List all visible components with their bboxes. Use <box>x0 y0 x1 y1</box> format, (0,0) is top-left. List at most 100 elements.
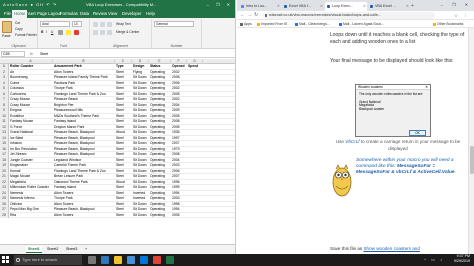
cell[interactable]: Fantasy Mouse <box>10 119 53 124</box>
cell[interactable]: Brean Leisure Park <box>54 174 115 179</box>
cell[interactable]: Operating <box>150 108 171 113</box>
ribbon-tab-data[interactable]: Data <box>78 10 91 18</box>
cell[interactable]: 2003 <box>172 163 187 168</box>
cell[interactable]: Magic Mouse <box>10 174 53 179</box>
cell[interactable]: Pleasure Beach, Blackpool <box>54 136 115 141</box>
cell[interactable]: Sit Down <box>133 125 149 130</box>
cell[interactable]: Steel <box>116 174 132 179</box>
cell[interactable]: Steel <box>116 207 132 212</box>
cell[interactable]: 2006 <box>172 81 187 86</box>
bookmark-item[interactable]: Other Bookmarks <box>433 20 463 28</box>
bookmark-item[interactable]: Apps <box>240 20 252 28</box>
cell[interactable]: Amusement Park <box>54 64 115 69</box>
cell[interactable]: Sit Down <box>133 108 149 113</box>
cell[interactable]: Steel <box>116 213 132 218</box>
cell[interactable]: Sit Down <box>133 114 149 119</box>
browser-tab[interactable]: Intro to Loo... ✕ <box>239 2 281 11</box>
cell[interactable]: Alton Towers <box>54 202 115 207</box>
cell[interactable]: Operating <box>150 196 171 201</box>
cell[interactable]: Sit Down <box>133 86 149 91</box>
cell[interactable]: Flamingo Land Theme Park & Zoo <box>54 92 115 97</box>
cell[interactable]: Sit Down <box>133 185 149 190</box>
ribbon-tab-help[interactable]: Help <box>144 10 157 18</box>
cell[interactable]: Legoland Windsor <box>54 158 115 163</box>
cell[interactable]: Irn Bru Revolution <box>10 147 53 152</box>
cell[interactable]: 1999 <box>172 185 187 190</box>
cell[interactable]: Pepsi Max Big One <box>10 207 53 212</box>
cell[interactable]: Steel <box>116 108 132 113</box>
cell[interactable]: Steel <box>116 114 132 119</box>
cell[interactable]: Sit Down <box>133 103 149 108</box>
cell[interactable]: 2008 <box>172 75 187 80</box>
close-tab-icon[interactable]: ✕ <box>363 2 366 11</box>
cell[interactable]: Oakwood Theme Park <box>54 180 115 185</box>
cell[interactable]: Pleasure Beach, Blackpool <box>54 147 115 152</box>
cell[interactable]: Paultons Park <box>54 81 115 86</box>
cell[interactable]: 1997 <box>172 136 187 141</box>
cell[interactable]: Boomerang <box>10 75 53 80</box>
chrome-window-controls[interactable]: – ❐ ✕ <box>441 0 472 10</box>
cell[interactable]: Ice Blast <box>10 136 53 141</box>
cell[interactable]: Operating <box>150 152 171 157</box>
cell[interactable]: Operating <box>150 213 171 218</box>
cell[interactable]: Thorpe Park <box>54 86 115 91</box>
cell[interactable]: Grand National <box>10 130 53 135</box>
cell[interactable]: Operating <box>150 75 171 80</box>
cell[interactable]: Sit Down <box>133 174 149 179</box>
cell[interactable]: 1994 <box>172 207 187 212</box>
cell[interactable]: Sit Down <box>133 169 149 174</box>
bold-button[interactable]: B <box>41 30 43 34</box>
align-right-icon[interactable] <box>107 30 112 35</box>
ribbon-tab-view[interactable]: View <box>106 10 119 18</box>
cell[interactable]: 2009 <box>172 108 187 113</box>
cell[interactable]: Sit Down <box>133 207 149 212</box>
cell[interactable]: Flamingo Land Theme Park & Zoo <box>54 169 115 174</box>
file-explorer-icon[interactable] <box>114 256 122 264</box>
clock[interactable]: 9:37 PM 9/29/2019 <box>454 254 470 265</box>
cell[interactable]: Fantasy Island <box>54 185 115 190</box>
page-scrollbar[interactable] <box>468 28 474 254</box>
align-top-icon[interactable] <box>93 22 98 27</box>
merge-center-button[interactable]: Merge & Center <box>116 30 139 34</box>
cell[interactable]: Sit Down <box>133 136 149 141</box>
cell[interactable]: M&Ds Scotland's Theme Park <box>54 114 115 119</box>
scrollbar-thumb[interactable] <box>470 146 474 174</box>
cell[interactable]: Jungle Coaster <box>10 158 53 163</box>
cell[interactable]: Flying <box>133 70 149 75</box>
cell[interactable]: Steel <box>116 136 132 141</box>
worksheet-grid[interactable]: ABCDEFG 1 Roller Coaster Amusement Park Typ… <box>0 59 235 244</box>
cell[interactable]: Operating <box>150 125 171 130</box>
row-number[interactable]: 28 <box>0 212 9 218</box>
cell[interactable]: Operating <box>150 180 171 185</box>
cell[interactable]: Thorpe Park <box>54 196 115 201</box>
cell[interactable]: 2008 <box>172 119 187 124</box>
number-format-select[interactable]: General <box>154 21 194 27</box>
cell[interactable]: Sit Down <box>133 75 149 80</box>
cell[interactable]: Steel <box>116 202 132 207</box>
cell[interactable]: Corkscrew <box>10 92 53 97</box>
cell[interactable]: Steel <box>116 103 132 108</box>
task-view-icon[interactable] <box>88 256 96 264</box>
close-tab-icon[interactable]: ✕ <box>406 2 409 11</box>
cell[interactable]: Steel <box>116 152 132 157</box>
wrap-text-button[interactable]: Wrap Text <box>116 22 131 26</box>
next-paragraph-link[interactable]: Show wooden coasters and <box>363 246 419 251</box>
paste-button[interactable]: Paste <box>2 34 10 38</box>
cell[interactable]: 2002 <box>172 97 187 102</box>
cell[interactable]: 2004 <box>172 158 187 163</box>
cell[interactable]: 2007 <box>172 174 187 179</box>
cell[interactable]: 2005 <box>172 92 187 97</box>
edge-icon[interactable] <box>101 256 109 264</box>
cell[interactable]: Steel <box>116 196 132 201</box>
cell[interactable]: Drayton Manor Park <box>54 125 115 130</box>
cell[interactable]: Sit Down <box>133 180 149 185</box>
cell[interactable]: Operating <box>150 136 171 141</box>
browser-tab[interactable]: VBA Excel ... ✕ <box>368 2 410 11</box>
format-painter-button[interactable]: Format Painter <box>15 33 37 37</box>
cell[interactable]: G Force <box>10 125 53 130</box>
excel-icon[interactable] <box>166 256 174 264</box>
cell[interactable]: Operating <box>150 103 171 108</box>
cell[interactable]: 1998 <box>172 202 187 207</box>
cell[interactable]: Operating <box>150 202 171 207</box>
cell[interactable]: 1996 <box>172 180 187 185</box>
